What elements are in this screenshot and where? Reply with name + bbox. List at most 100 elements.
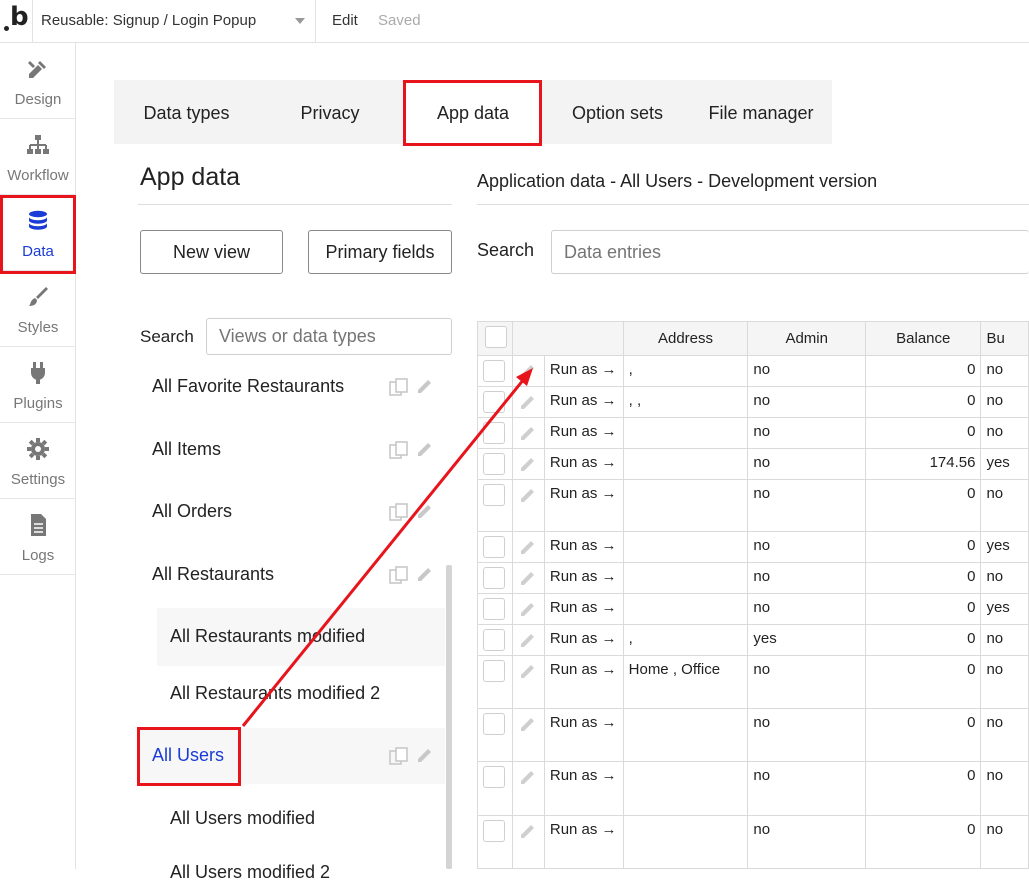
row-checkbox[interactable] [483, 536, 505, 558]
copy-icon[interactable] [389, 747, 409, 765]
table-row[interactable]: Run as → no 0 no [477, 815, 1029, 869]
row-checkbox[interactable] [483, 629, 505, 651]
pencil-icon[interactable] [519, 455, 537, 473]
row-edit-cell[interactable] [512, 448, 545, 480]
table-row[interactable]: Run as → no 0 no [477, 708, 1029, 762]
tab-file-manager[interactable]: File manager [690, 80, 832, 144]
pencil-icon[interactable] [519, 393, 537, 411]
row-checkbox[interactable] [483, 567, 505, 589]
pencil-icon[interactable] [519, 569, 537, 587]
copy-icon[interactable] [389, 503, 409, 521]
table-row[interactable]: Run as → no 174.56 yes [477, 448, 1029, 480]
row-checkbox[interactable] [483, 713, 505, 735]
row-checkbox-cell[interactable] [477, 815, 514, 869]
row-edit-cell[interactable] [512, 479, 545, 532]
view-item-all-users-modified[interactable]: All Users modified [170, 808, 315, 829]
pencil-icon[interactable] [519, 600, 537, 618]
row-checkbox[interactable] [483, 360, 505, 382]
select-all-cell[interactable] [477, 321, 514, 356]
row-edit-cell[interactable] [512, 562, 545, 594]
run-as-link[interactable]: Run as → [543, 531, 624, 563]
view-item-all-users[interactable]: All Users [152, 745, 224, 766]
pencil-icon[interactable] [519, 768, 537, 786]
run-as-link[interactable]: Run as → [543, 386, 624, 418]
page-selector-dropdown[interactable]: Reusable: Signup / Login Popup [32, 0, 316, 42]
row-checkbox[interactable] [483, 391, 505, 413]
row-checkbox-cell[interactable] [477, 562, 514, 594]
run-as-link[interactable]: Run as → [543, 655, 624, 709]
copy-icon[interactable] [389, 566, 409, 584]
run-as-link[interactable]: Run as → [543, 448, 624, 480]
row-checkbox-cell[interactable] [477, 593, 514, 625]
new-view-button[interactable]: New view [140, 230, 283, 274]
view-item-all-items[interactable]: All Items [152, 439, 221, 460]
run-as-link[interactable]: Run as → [543, 562, 624, 594]
pencil-icon[interactable] [519, 662, 537, 680]
row-checkbox-cell[interactable] [477, 417, 514, 449]
bubble-logo-icon[interactable]: b [4, 2, 30, 36]
row-checkbox[interactable] [483, 453, 505, 475]
pencil-icon[interactable] [519, 424, 537, 442]
row-edit-cell[interactable] [512, 761, 545, 816]
table-row[interactable]: Run as →, yes 0 no [477, 624, 1029, 656]
run-as-link[interactable]: Run as → [543, 417, 624, 449]
row-checkbox-cell[interactable] [477, 386, 514, 418]
table-row[interactable]: Run as →, no 0 no [477, 355, 1029, 387]
nav-item-logs[interactable]: Logs [0, 499, 76, 575]
row-edit-cell[interactable] [512, 655, 545, 709]
row-checkbox-cell[interactable] [477, 624, 514, 656]
views-scrollbar[interactable] [446, 565, 452, 869]
view-item-all-restaurants-modified[interactable]: All Restaurants modified [170, 626, 365, 647]
row-checkbox-cell[interactable] [477, 479, 514, 532]
row-checkbox[interactable] [483, 820, 505, 842]
row-edit-cell[interactable] [512, 815, 545, 869]
nav-item-data[interactable]: Data [0, 195, 76, 271]
row-checkbox[interactable] [483, 598, 505, 620]
column-header-balance[interactable]: Balance [865, 321, 982, 356]
row-edit-cell[interactable] [512, 355, 545, 387]
row-checkbox-cell[interactable] [477, 448, 514, 480]
table-row[interactable]: Run as →, , no 0 no [477, 386, 1029, 418]
row-edit-cell[interactable] [512, 593, 545, 625]
row-checkbox[interactable] [483, 766, 505, 788]
tab-data-types[interactable]: Data types [114, 80, 259, 144]
table-row[interactable]: Run as → no 0 no [477, 761, 1029, 816]
table-row[interactable]: Run as → no 0 no [477, 562, 1029, 594]
copy-icon[interactable] [389, 378, 409, 396]
row-checkbox[interactable] [483, 484, 505, 506]
column-header-bu[interactable]: Bu [980, 321, 1029, 356]
row-edit-cell[interactable] [512, 624, 545, 656]
pencil-icon[interactable] [519, 715, 537, 733]
table-row[interactable]: Run as → no 0 yes [477, 593, 1029, 625]
column-header-address[interactable]: Address [622, 321, 749, 356]
table-row[interactable]: Run as → Home , Office no 0 no [477, 655, 1029, 709]
table-row[interactable]: Run as → no 0 no [477, 417, 1029, 449]
run-as-link[interactable]: Run as → [543, 761, 624, 816]
nav-item-workflow[interactable]: Workflow [0, 119, 76, 195]
views-search-input[interactable] [206, 318, 452, 355]
run-as-link[interactable]: Run as → [543, 708, 624, 762]
view-item-all-favorite-restaurants[interactable]: All Favorite Restaurants [152, 376, 344, 397]
pencil-icon[interactable] [519, 538, 537, 556]
tab-privacy[interactable]: Privacy [259, 80, 401, 144]
row-checkbox-cell[interactable] [477, 708, 514, 762]
view-item-all-users-modified-2[interactable]: All Users modified 2 [170, 862, 330, 883]
run-as-link[interactable]: Run as → [543, 624, 624, 656]
row-edit-cell[interactable] [512, 386, 545, 418]
pencil-icon[interactable] [519, 822, 537, 840]
pencil-icon[interactable] [416, 565, 434, 583]
run-as-link[interactable]: Run as → [543, 815, 624, 869]
pencil-icon[interactable] [416, 502, 434, 520]
row-checkbox[interactable] [483, 422, 505, 444]
view-item-all-restaurants-modified-2[interactable]: All Restaurants modified 2 [170, 683, 380, 704]
pencil-icon[interactable] [519, 362, 537, 380]
pencil-icon[interactable] [416, 746, 434, 764]
tab-app-data[interactable]: App data [405, 80, 541, 144]
view-item-all-restaurants[interactable]: All Restaurants [152, 564, 274, 585]
row-checkbox[interactable] [483, 660, 505, 682]
tab-option-sets[interactable]: Option sets [545, 80, 690, 144]
row-edit-cell[interactable] [512, 531, 545, 563]
select-all-checkbox[interactable] [484, 325, 507, 348]
run-as-link[interactable]: Run as → [543, 593, 624, 625]
copy-icon[interactable] [389, 441, 409, 459]
